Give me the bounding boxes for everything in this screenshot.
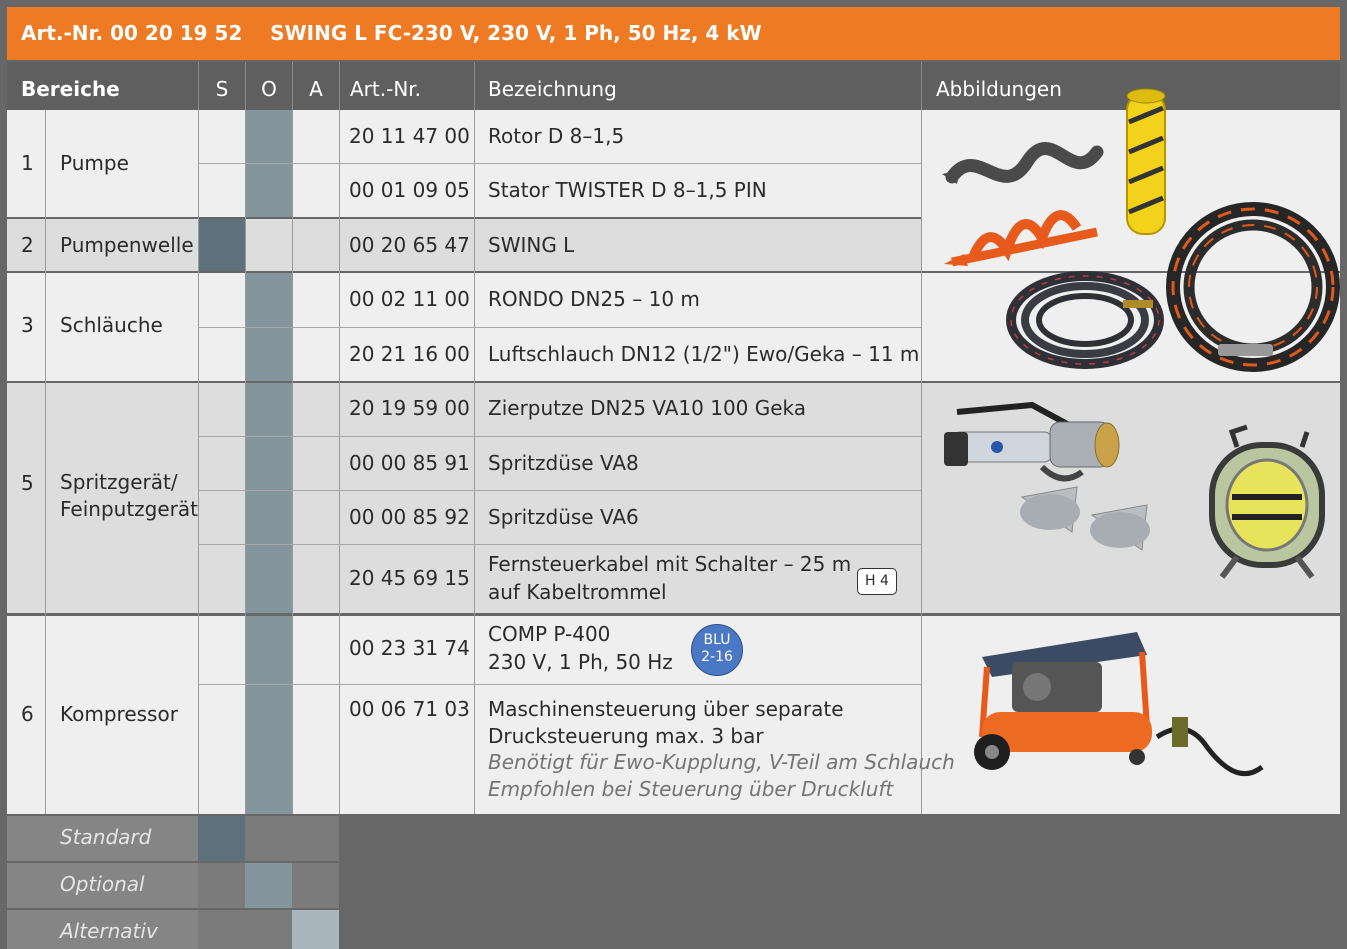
legend-alternativ-swatch	[292, 910, 339, 949]
compressor-image	[974, 632, 1264, 777]
legend-optional: Optional	[60, 872, 145, 896]
group-name: Kompressor	[60, 702, 178, 726]
description: Zierputze DN25 VA10 100 Geka	[488, 396, 807, 420]
header-bereiche: Bereiche	[7, 62, 198, 116]
article-number: 00 02 11 00	[349, 287, 470, 311]
divider	[198, 544, 921, 545]
group-number: 2	[21, 233, 34, 257]
description: Spritzdüse VA6	[488, 505, 639, 529]
divider	[339, 110, 340, 814]
description: Rotor D 8–1,5	[488, 124, 625, 148]
divider	[198, 436, 921, 437]
description: SWING L	[488, 233, 575, 257]
article-number: 00 00 85 92	[349, 505, 470, 529]
divider	[45, 110, 46, 814]
group-number: 3	[21, 313, 34, 337]
article-number: 00 23 31 74	[349, 636, 470, 660]
table-title: Art.-Nr. 00 20 19 52 SWING L FC-230 V, 2…	[7, 7, 1340, 60]
header-s: S	[198, 62, 245, 116]
legend-standard: Standard	[60, 825, 152, 849]
description: Stator TWISTER D 8–1,5 PIN	[488, 178, 767, 202]
description-note: Empfohlen bei Steuerung über Druckluft	[488, 777, 894, 801]
article-number: 20 45 69 15	[349, 566, 470, 590]
legend-alternativ: Alternativ	[60, 919, 158, 943]
legend-optional-swatch	[245, 863, 292, 908]
header-a: A	[292, 62, 339, 116]
description: Fernsteuerkabel mit Schalter – 25 m	[488, 552, 852, 576]
divider	[198, 327, 921, 328]
blu-badge: BLU 2-16	[691, 624, 743, 676]
header-bezeichnung: Bezeichnung	[474, 62, 921, 116]
article-number: 00 20 65 47	[349, 233, 470, 257]
group-name: Pumpe	[60, 151, 129, 175]
legend-cell	[292, 863, 339, 908]
header-o: O	[245, 62, 292, 116]
description: COMP P-400	[488, 622, 611, 646]
divider	[198, 163, 921, 164]
group-name: Pumpenwelle	[60, 233, 194, 257]
article-number: 00 01 09 05	[349, 178, 470, 202]
divider	[198, 110, 199, 814]
article-number: 20 11 47 00	[349, 124, 470, 148]
description: RONDO DN25 – 10 m	[488, 287, 700, 311]
divider	[921, 110, 922, 814]
h4-badge: H 4	[857, 568, 897, 595]
article-number: 20 19 59 00	[349, 396, 470, 420]
divider	[474, 110, 475, 814]
group-name: Schläuche	[60, 313, 163, 337]
article-number: 00 00 85 91	[349, 451, 470, 475]
marker-optional	[245, 383, 292, 613]
description: Maschinensteuerung über separate	[488, 697, 844, 721]
blu-badge-line2: 2-16	[701, 649, 733, 665]
description: Luftschlauch DN12 (1/2") Ewo/Geka – 11 m	[488, 342, 920, 366]
divider	[198, 490, 921, 491]
divider	[245, 110, 246, 814]
group-number: 1	[21, 151, 34, 175]
group-number: 5	[21, 471, 34, 495]
article-number: 00 06 71 03	[349, 697, 470, 721]
marker-standard	[198, 219, 245, 271]
description: Spritzdüse VA8	[488, 451, 639, 475]
description: auf Kabeltrommel	[488, 580, 667, 604]
marker-optional	[245, 616, 292, 814]
divider	[292, 110, 293, 814]
spray-gun-and-cable-reel-image	[944, 401, 1325, 579]
divider	[198, 684, 921, 685]
description-note: Benötigt für Ewo-Kupplung, V-Teil am Sch…	[488, 750, 955, 774]
blu-badge-line1: BLU	[703, 632, 731, 648]
legend-cell	[198, 863, 245, 908]
description: Drucksteuerung max. 3 bar	[488, 724, 764, 748]
group-name: Spritzgerät/ Feinputzgerät	[60, 470, 198, 521]
parts-table: Art.-Nr. 00 20 19 52 SWING L FC-230 V, 2…	[7, 7, 1340, 949]
description: 230 V, 1 Ph, 50 Hz	[488, 650, 673, 674]
legend-cell	[245, 816, 339, 861]
legend-cell	[198, 910, 292, 949]
group-number: 6	[21, 702, 34, 726]
hoses-image	[1006, 202, 1340, 372]
article-number: 20 21 16 00	[349, 342, 470, 366]
legend-standard-swatch	[198, 816, 245, 861]
header-artnr: Art.-Nr.	[339, 62, 474, 116]
